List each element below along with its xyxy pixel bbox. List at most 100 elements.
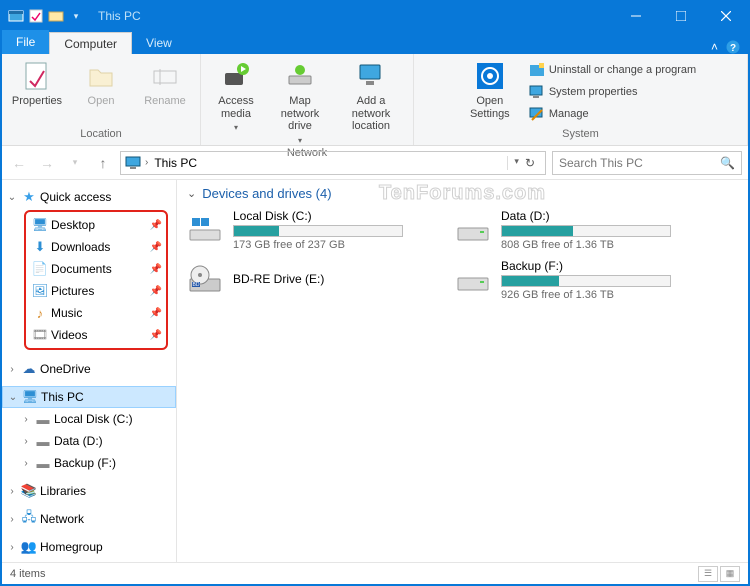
- uninstall-button[interactable]: Uninstall or change a program: [525, 60, 700, 80]
- drive-name: Backup (F:): [501, 259, 705, 273]
- drive-icon: [455, 215, 491, 245]
- chevron-right-icon[interactable]: ›: [6, 364, 18, 375]
- drive-icon: [455, 265, 491, 295]
- sidebar-local-disk-c[interactable]: ›▬Local Disk (C:): [2, 408, 176, 430]
- sidebar-quick-access[interactable]: ⌄ ★ Quick access: [2, 186, 176, 208]
- ribbon-collapse-icon[interactable]: ˄: [711, 40, 718, 54]
- qat-dropdown-icon[interactable]: ▾: [68, 8, 84, 24]
- status-bar: 4 items ☰ ▦: [2, 562, 748, 584]
- access-media-button[interactable]: Access media ▾: [207, 58, 265, 147]
- ribbon: Properties Open Rename Location Access m…: [2, 54, 748, 146]
- sidebar-libraries[interactable]: ›📚Libraries: [2, 480, 176, 502]
- open-button[interactable]: Open: [72, 58, 130, 128]
- free-space-label: 926 GB free of 1.36 TB: [501, 289, 705, 301]
- cloud-icon: ☁: [21, 361, 37, 377]
- libraries-icon: 📚: [21, 483, 37, 499]
- qa-documents[interactable]: 📄Documents📌: [26, 258, 166, 280]
- status-item-count: 4 items: [10, 568, 45, 580]
- close-button[interactable]: [703, 2, 748, 30]
- forward-button[interactable]: →: [36, 152, 58, 174]
- address-dropdown-icon[interactable]: ▾: [514, 156, 519, 170]
- ribbon-group-system: Open Settings Uninstall or change a prog…: [414, 54, 748, 145]
- drive-item[interactable]: Data (D:)808 GB free of 1.36 TB: [455, 209, 705, 251]
- chevron-down-icon[interactable]: ⌄: [6, 192, 18, 203]
- map-drive-icon: [284, 60, 316, 92]
- qa-desktop[interactable]: 🖥Desktop📌: [26, 214, 166, 236]
- drive-item[interactable]: BDBD-RE Drive (E:): [187, 259, 437, 301]
- chevron-right-icon[interactable]: ›: [20, 414, 32, 425]
- network-location-icon: [355, 60, 387, 92]
- view-large-icons-button[interactable]: ▦: [720, 566, 740, 582]
- section-devices-drives[interactable]: ⌄ Devices and drives (4): [187, 186, 738, 201]
- chevron-right-icon[interactable]: ›: [20, 436, 32, 447]
- help-icon[interactable]: ?: [726, 40, 740, 54]
- chevron-down-icon[interactable]: ⌄: [187, 187, 196, 200]
- drive-item[interactable]: Backup (F:) 926 GB free of 1.36 TB: [455, 259, 705, 301]
- monitor-icon: [125, 156, 141, 170]
- downloads-icon: ⬇: [32, 239, 48, 255]
- drives-grid: Local Disk (C:)173 GB free of 237 GB Data…: [187, 209, 738, 301]
- view-details-button[interactable]: ☰: [698, 566, 718, 582]
- capacity-bar: [233, 225, 403, 237]
- chevron-right-icon[interactable]: ›: [6, 514, 18, 525]
- capacity-bar: [501, 275, 671, 287]
- rename-button[interactable]: Rename: [136, 58, 194, 128]
- address-bar[interactable]: › This PC ▾ ↻: [120, 151, 546, 175]
- up-button[interactable]: ↑: [92, 152, 114, 174]
- breadcrumb-this-pc[interactable]: This PC: [152, 156, 199, 170]
- chevron-right-icon[interactable]: ›: [145, 157, 148, 168]
- open-settings-button[interactable]: Open Settings: [461, 58, 519, 128]
- sidebar-data-d[interactable]: ›▬Data (D:): [2, 430, 176, 452]
- open-folder-icon: [85, 60, 117, 92]
- back-button[interactable]: ←: [8, 152, 30, 174]
- drive-name: Data (D:): [501, 209, 705, 223]
- tab-file[interactable]: File: [2, 30, 49, 54]
- drive-icon: ▬: [35, 433, 51, 449]
- minimize-button[interactable]: [613, 2, 658, 30]
- manage-button[interactable]: Manage: [525, 104, 700, 124]
- qat-newfolder-icon[interactable]: [48, 8, 64, 24]
- manage-icon: [529, 106, 545, 122]
- pin-icon: 📌: [150, 242, 162, 253]
- sidebar-homegroup[interactable]: ›👥Homegroup: [2, 536, 176, 558]
- sidebar-network[interactable]: ›🖧Network: [2, 508, 176, 530]
- refresh-icon[interactable]: ↻: [525, 156, 535, 170]
- title-bar: ▾ This PC: [2, 2, 748, 30]
- tab-view[interactable]: View: [132, 32, 186, 54]
- add-location-button[interactable]: Add a network location: [335, 58, 407, 147]
- ribbon-group-network: Access media ▾ Map network drive ▾ Add a…: [201, 54, 414, 145]
- system-properties-button[interactable]: System properties: [525, 82, 700, 102]
- chevron-right-icon[interactable]: ›: [6, 542, 18, 553]
- qa-downloads[interactable]: ⬇Downloads📌: [26, 236, 166, 258]
- drive-icon: BD: [187, 265, 223, 295]
- qa-videos[interactable]: 🎞Videos📌: [26, 324, 166, 346]
- sidebar-this-pc[interactable]: ⌄🖥This PC: [2, 386, 176, 408]
- drive-icon: ▬: [35, 455, 51, 471]
- qa-music[interactable]: ♪Music📌: [26, 302, 166, 324]
- tab-computer[interactable]: Computer: [49, 32, 132, 54]
- pin-icon: 📌: [150, 308, 162, 319]
- maximize-button[interactable]: [658, 2, 703, 30]
- app-icon: [8, 8, 24, 24]
- star-icon: ★: [21, 189, 37, 205]
- highlighted-quick-access-items: 🖥Desktop📌 ⬇Downloads📌 📄Documents📌 🖼Pictu…: [24, 210, 168, 350]
- chevron-right-icon[interactable]: ›: [6, 486, 18, 497]
- sidebar-onedrive[interactable]: ›☁OneDrive: [2, 358, 176, 380]
- qat-properties-icon[interactable]: [28, 8, 44, 24]
- map-drive-button[interactable]: Map network drive ▾: [271, 58, 329, 147]
- recent-dropdown[interactable]: ▾: [64, 152, 86, 174]
- capacity-bar: [501, 225, 671, 237]
- content-pane: TenForums.com ⌄ Devices and drives (4) L…: [177, 180, 748, 562]
- properties-button[interactable]: Properties: [8, 58, 66, 128]
- search-input[interactable]: Search This PC 🔍: [552, 151, 742, 175]
- rename-icon: [149, 60, 181, 92]
- documents-icon: 📄: [32, 261, 48, 277]
- sidebar-backup-f[interactable]: ›▬Backup (F:): [2, 452, 176, 474]
- properties-icon: [21, 60, 53, 92]
- drive-item[interactable]: Local Disk (C:)173 GB free of 237 GB: [187, 209, 437, 251]
- pin-icon: 📌: [150, 286, 162, 297]
- desktop-icon: 🖥: [32, 217, 48, 233]
- qa-pictures[interactable]: 🖼Pictures📌: [26, 280, 166, 302]
- chevron-down-icon[interactable]: ⌄: [7, 392, 19, 403]
- chevron-right-icon[interactable]: ›: [20, 458, 32, 469]
